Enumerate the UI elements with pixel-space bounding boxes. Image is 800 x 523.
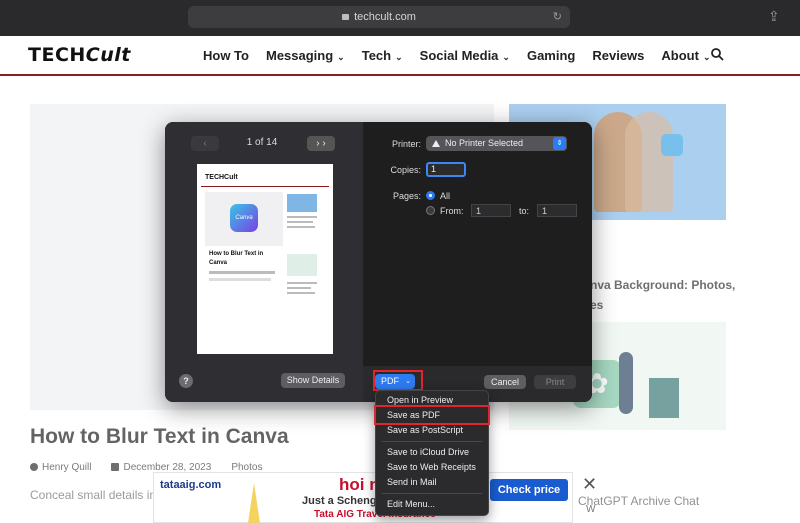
logo-text-cult: Cult (85, 44, 131, 66)
menu-save-to-icloud[interactable]: Save to iCloud Drive (376, 445, 488, 460)
ad-brand: tataaig.com (160, 479, 222, 491)
thumbnail-side-text (287, 221, 313, 223)
pages-all-label: All (440, 191, 451, 201)
site-header: TECHCult How To Messaging ⌄ Tech ⌄ Social … (0, 36, 800, 76)
ad-banner[interactable]: tataaig.com hoi neth Just a Schengen Tat… (153, 472, 573, 523)
warning-icon (432, 140, 440, 147)
nav-label: About (661, 48, 699, 63)
nav-gaming[interactable]: Gaming (527, 48, 575, 63)
print-options-pane: Printer: No Printer Selected ⇕ Copies: 1… (363, 122, 592, 402)
pages-from-label: From: (440, 206, 464, 216)
copies-label: Copies: (390, 165, 421, 175)
page-navigator: ‹ 1 of 14 › › (191, 136, 339, 152)
pages-all-radio[interactable] (426, 191, 435, 200)
nav-label: Messaging (265, 48, 334, 63)
ad-tag: W (586, 504, 596, 515)
page-thumbnail: TECHCult Canva How to Blur Text in Canva (197, 164, 333, 354)
nav-tech[interactable]: Tech ⌄ (362, 48, 403, 63)
nav-label: Reviews (592, 48, 645, 63)
pages-to-label: to: (519, 206, 530, 216)
menu-save-to-web-receipts[interactable]: Save to Web Receipts (376, 460, 488, 475)
main-nav: How To Messaging ⌄ Tech ⌄ Social Media ⌄ Ga… (203, 48, 728, 63)
nav-reviews[interactable]: Reviews (592, 48, 644, 63)
print-dialog: ‹ 1 of 14 › › TECHCult Canva How to Blur… (165, 122, 592, 402)
cancel-button[interactable]: Cancel (484, 375, 526, 389)
thumbnail-side-image (287, 194, 317, 212)
help-button[interactable]: ? (179, 374, 193, 388)
nav-how-to[interactable]: How To (203, 48, 249, 63)
printer-select[interactable]: No Printer Selected ⇕ (426, 136, 567, 151)
pages-from-input[interactable]: 1 (471, 204, 511, 217)
menu-separator (382, 493, 482, 494)
thumbnail-side-text (287, 216, 317, 218)
pages-label: Pages: (392, 191, 421, 201)
copies-input[interactable]: 1 (426, 162, 466, 177)
next-page-button[interactable]: › › (307, 136, 335, 151)
printer-value: No Printer Selected (445, 138, 524, 148)
menu-save-as-postscript[interactable]: Save as PostScript (376, 423, 488, 438)
reload-icon[interactable]: ↻ (553, 6, 562, 28)
pages-to-input[interactable]: 1 (537, 204, 577, 217)
chevron-down-icon: ⌄ (502, 52, 510, 62)
address-bar[interactable]: techcult.com ↻ (188, 6, 570, 28)
nav-social-media[interactable]: Social Media ⌄ (420, 48, 510, 63)
updown-chevron-icon: ⇕ (553, 137, 566, 150)
print-preview-pane: ‹ 1 of 14 › › TECHCult Canva How to Blur… (165, 122, 363, 402)
save-as-pdf-highlight (374, 405, 490, 425)
chevron-down-icon: ⌄ (337, 52, 345, 62)
chevron-down-icon: ⌄ (395, 52, 403, 62)
close-icon[interactable]: ✕ (582, 474, 597, 495)
url-text: techcult.com (354, 11, 416, 23)
thumbnail-side-text (287, 226, 315, 228)
show-details-button[interactable]: Show Details (281, 373, 345, 388)
thumbnail-side-text (287, 287, 311, 289)
pdf-button-highlight (373, 370, 423, 391)
thumbnail-title: How to Blur Text in Canva (209, 251, 264, 266)
pages-range-radio[interactable] (426, 206, 435, 215)
nav-label: How To (203, 48, 249, 63)
thumbnail-excerpt (209, 278, 271, 281)
nav-label: Gaming (526, 48, 576, 63)
thumbnail-meta (209, 271, 275, 274)
nav-messaging[interactable]: Messaging ⌄ (266, 48, 345, 63)
thumbnail-side-text (287, 292, 315, 294)
windmill-illustration (248, 483, 260, 523)
nav-label: Tech (361, 48, 392, 63)
canva-logo-icon: Canva (230, 204, 258, 232)
ad-cta-button[interactable]: Check price (490, 479, 568, 501)
menu-edit-menu[interactable]: Edit Menu... (376, 497, 488, 512)
thumbnail-rule (201, 186, 329, 187)
page-indicator: 1 of 14 (246, 137, 278, 148)
thumbnail-logo: TECHCult (205, 174, 238, 181)
search-icon[interactable] (710, 47, 724, 61)
menu-send-in-mail[interactable]: Send in Mail (376, 475, 488, 490)
previous-page-button[interactable]: ‹ (191, 136, 219, 151)
logo-text-tech: TECH (28, 44, 86, 66)
print-button[interactable]: Print (534, 375, 576, 389)
share-icon[interactable]: ⇪ (768, 8, 780, 25)
browser-toolbar: techcult.com ↻ ⇪ (0, 0, 800, 36)
site-logo[interactable]: TECHCult (28, 44, 131, 66)
lock-icon (342, 14, 350, 20)
thumbnail-side-text (287, 282, 317, 284)
nav-about[interactable]: About ⌄ (661, 48, 710, 63)
thumbnail-side-image (287, 254, 317, 276)
menu-separator (382, 441, 482, 442)
printer-label: Printer: (391, 139, 421, 149)
nav-label: Social Media (419, 48, 499, 63)
